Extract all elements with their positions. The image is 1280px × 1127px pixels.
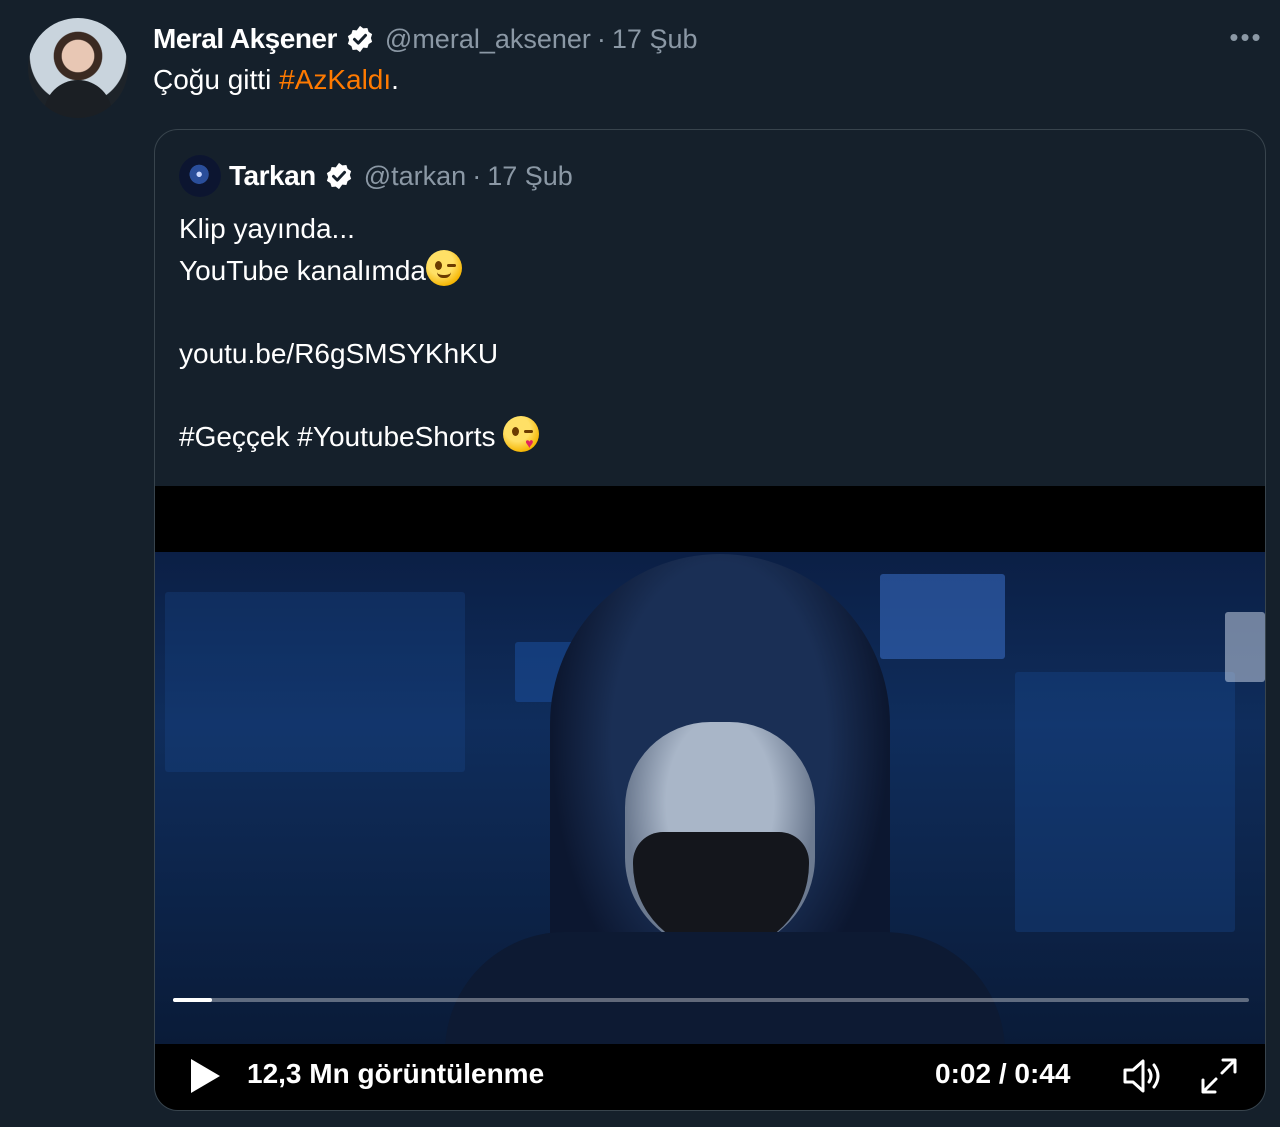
tweet-text-suffix: . (391, 64, 399, 95)
quoted-tweet[interactable]: Tarkan @tarkan · 17 Şub Klip yayında... … (154, 129, 1266, 1111)
video-progress-bar[interactable] (173, 998, 1249, 1002)
video-progress-fill (173, 998, 212, 1002)
quoted-tweet-text: Klip yayında... YouTube kanalımda youtu.… (179, 208, 1239, 457)
quoted-text-blank (179, 374, 1239, 416)
verified-badge-icon (324, 161, 354, 191)
kissing-face-emoji: ♥ (503, 415, 540, 452)
quoted-hashtags[interactable]: #Geççek #YoutubeShorts (179, 421, 503, 452)
quoted-author-handle[interactable]: @tarkan (364, 161, 466, 192)
author-name[interactable]: Meral Akşener (153, 23, 337, 55)
video-frame[interactable] (155, 552, 1265, 1044)
quoted-text-segment: YouTube kanalımda (179, 254, 426, 286)
play-icon[interactable] (185, 1056, 225, 1096)
quoted-text-line: Klip yayında... (179, 213, 355, 244)
quoted-text-blank (179, 291, 1239, 333)
verified-badge-icon (345, 24, 375, 54)
quoted-tweet-date[interactable]: 17 Şub (487, 161, 573, 192)
video-player[interactable]: 12,3 Mn görüntülenme 0:02 / 0:44 (155, 486, 1265, 1110)
youtube-link[interactable]: youtu.be/R6gSMSYKhKU (179, 333, 1239, 375)
video-controls: 12,3 Mn görüntülenme 0:02 / 0:44 (155, 1044, 1265, 1110)
quoted-text-line: #Geççek #YoutubeShorts ♥ (179, 415, 1239, 458)
winking-face-emoji (426, 249, 462, 286)
video-time: 0:02 / 0:44 (935, 1058, 1071, 1089)
more-icon[interactable]: ••• (1228, 22, 1264, 52)
fullscreen-icon[interactable] (1197, 1054, 1241, 1098)
jacket (445, 932, 1005, 1044)
quoted-author-name[interactable]: Tarkan (229, 160, 316, 192)
separator: · (472, 160, 482, 191)
quoted-tweet-header: Tarkan @tarkan · 17 Şub (179, 155, 573, 197)
hashtag-link[interactable]: #AzKaldı (279, 64, 391, 95)
author-handle[interactable]: @meral_aksener (385, 24, 591, 55)
tweet-header: Meral Akşener @meral_aksener · 17 Şub (153, 20, 697, 58)
author-avatar[interactable] (28, 18, 128, 118)
tweet-text-plain: Çoğu gitti (153, 64, 280, 95)
quoted-author-avatar[interactable] (179, 155, 221, 197)
volume-icon[interactable] (1121, 1056, 1167, 1096)
quoted-text-line: YouTube kanalımda (179, 249, 1239, 292)
view-count: 12,3 Mn görüntülenme (247, 1058, 545, 1089)
separator: · (596, 23, 606, 54)
tweet-date[interactable]: 17 Şub (612, 24, 698, 55)
tweet-text: Çoğu gitti #AzKaldı. (153, 64, 399, 96)
